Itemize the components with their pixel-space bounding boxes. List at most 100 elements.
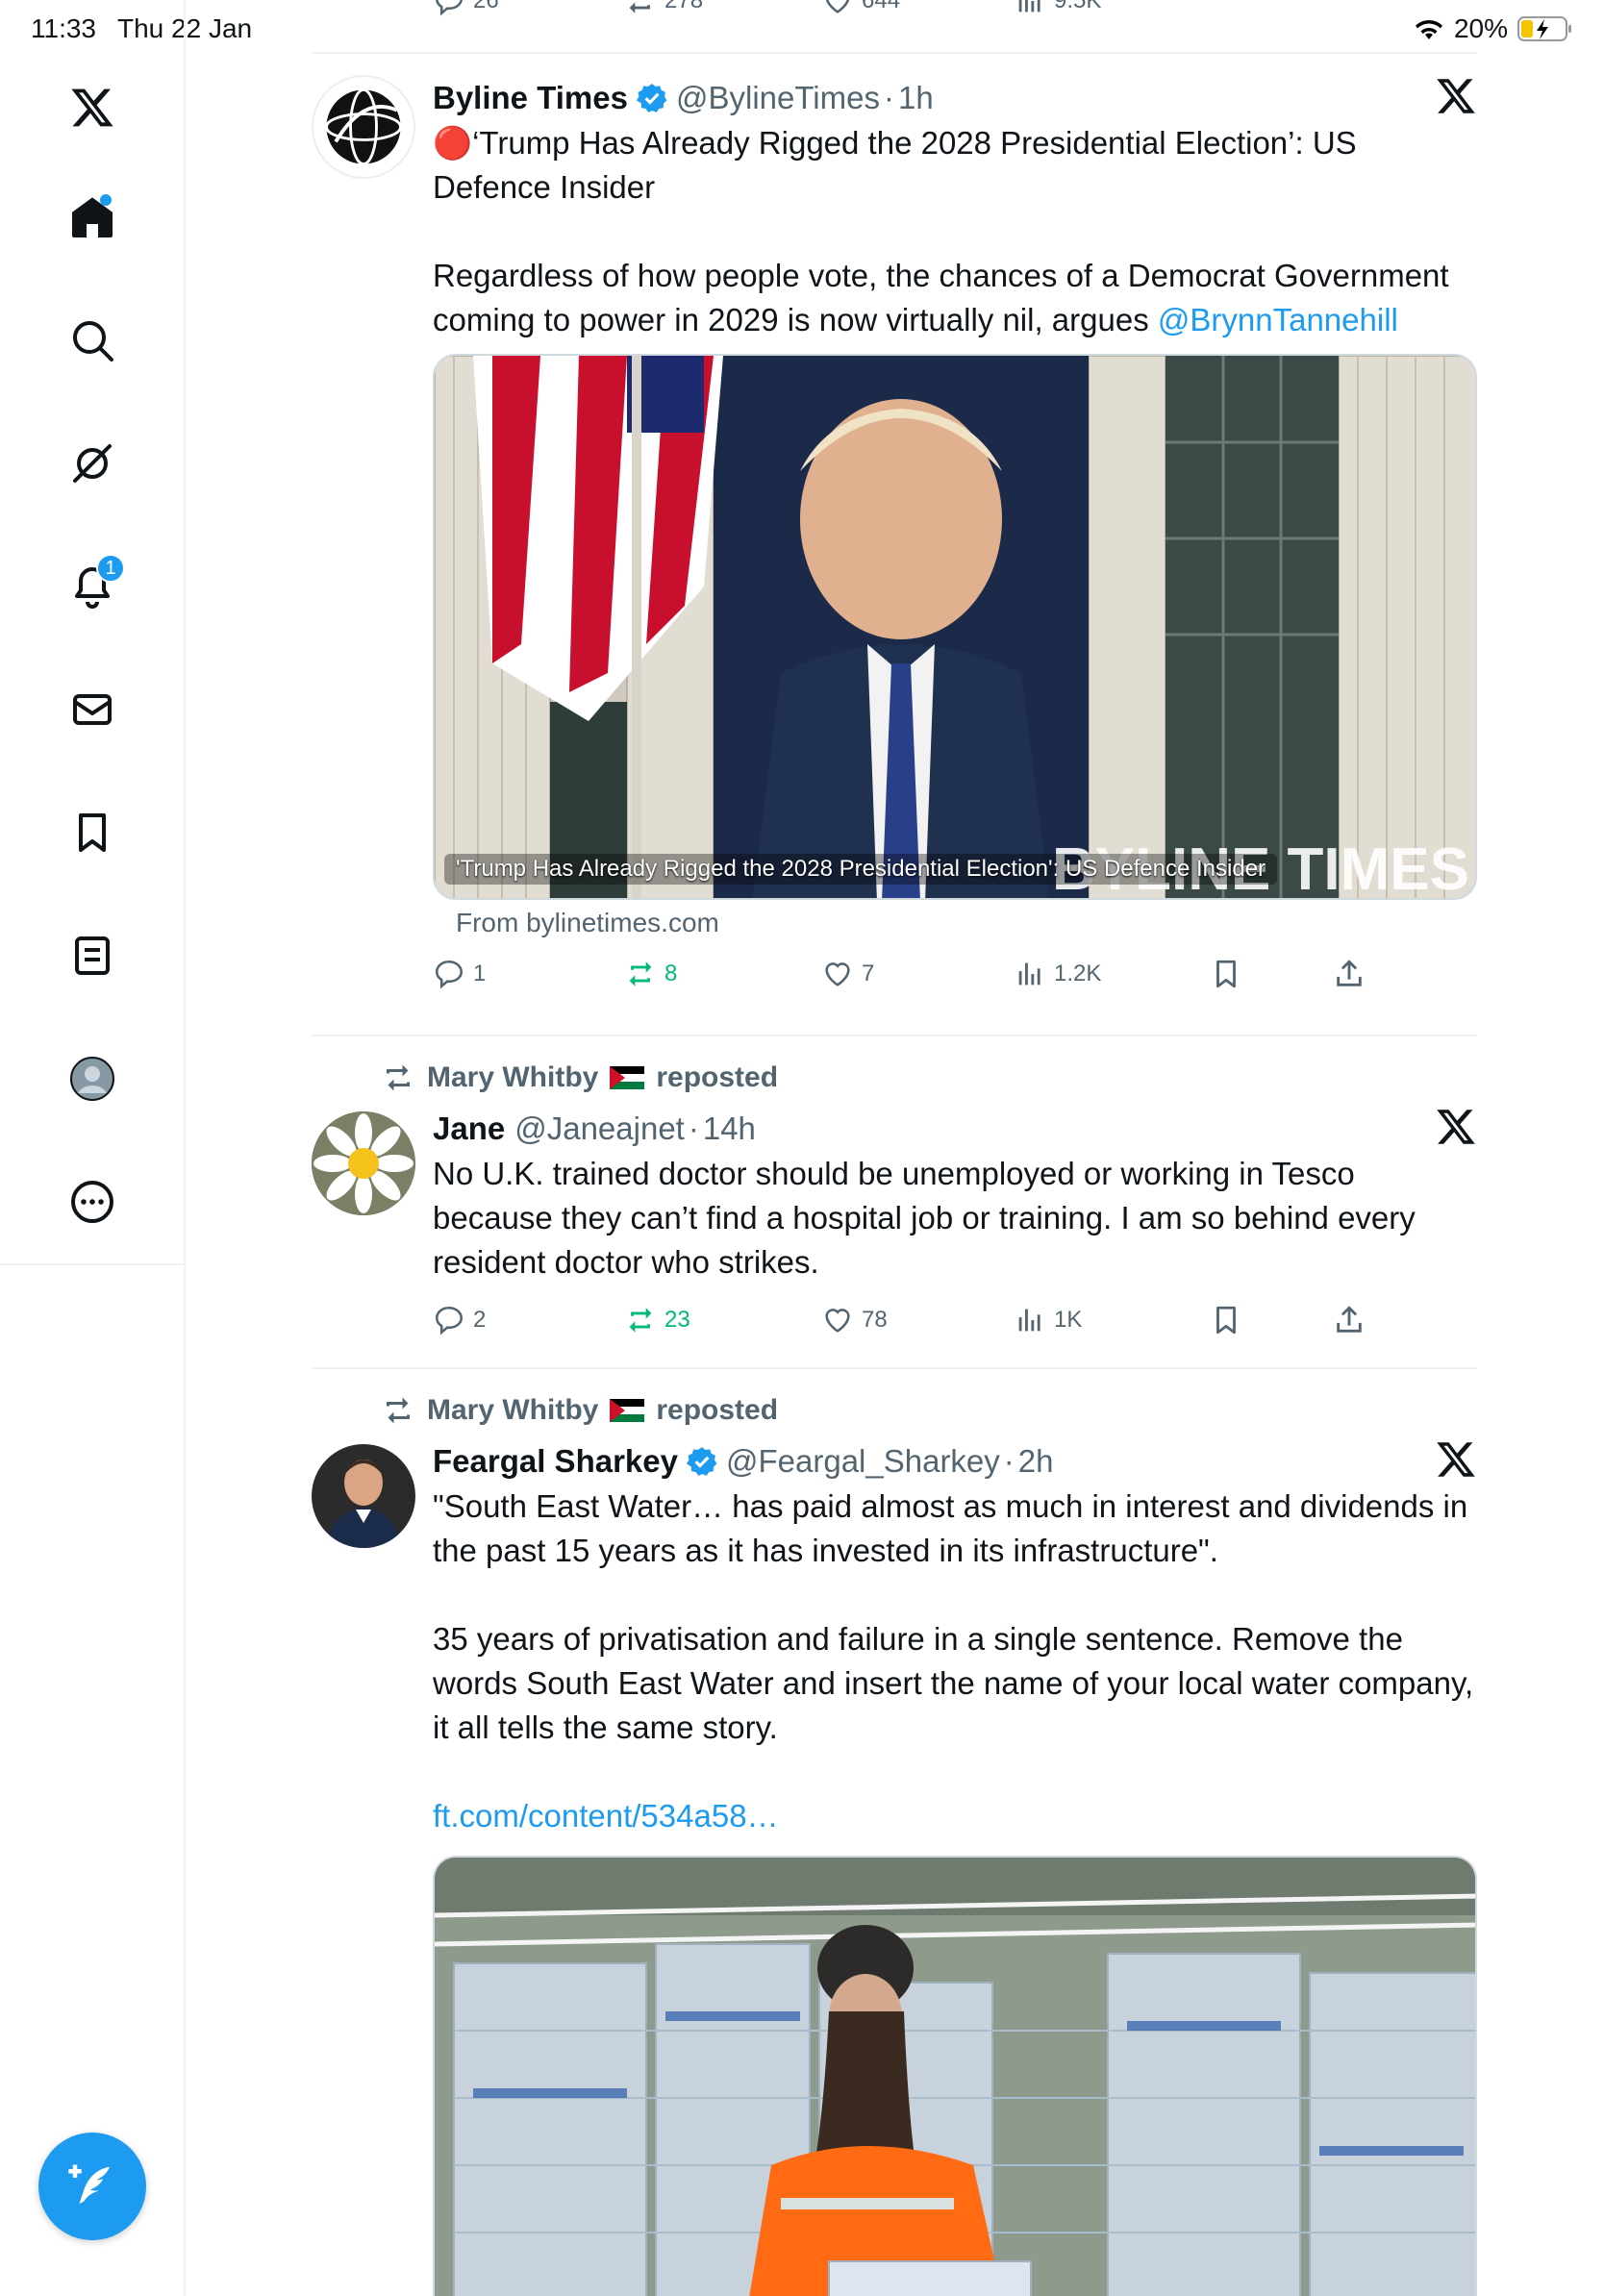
author-name[interactable]: Feargal Sharkey xyxy=(433,1443,678,1480)
sidebar-item-messages[interactable] xyxy=(58,675,127,744)
author-handle[interactable]: @Janeajnet xyxy=(514,1111,685,1147)
tweet-text-line: "South East Water… has paid almost as mu… xyxy=(433,1488,1468,1568)
reposter-name[interactable]: Mary Whitby xyxy=(427,1394,598,1427)
bookmark-button[interactable] xyxy=(1210,1304,1242,1336)
verified-badge-icon xyxy=(686,1447,717,1476)
like-count: 644 xyxy=(862,0,901,13)
feather-plus-icon xyxy=(68,2164,110,2204)
tweet-time[interactable]: 2h xyxy=(1018,1443,1054,1480)
author-name[interactable]: Byline Times xyxy=(433,80,628,116)
repost-label: reposted xyxy=(656,1394,779,1426)
repost-count: 23 xyxy=(664,1307,690,1333)
share-button[interactable] xyxy=(1333,958,1366,990)
tweet-text-line: 35 years of privatisation and failure in… xyxy=(433,1621,1474,1745)
external-link[interactable]: ft.com/content/534a58… xyxy=(433,1794,1477,1838)
header-separator: · xyxy=(688,1111,699,1146)
tweet-divider xyxy=(312,1367,1477,1369)
heart-icon xyxy=(825,1309,850,1333)
reply-count: 26 xyxy=(473,0,499,13)
x-logo-icon[interactable] xyxy=(1435,1438,1477,1481)
compose-button[interactable] xyxy=(38,2133,146,2240)
trump-banner-photo: BYLINE TIMES xyxy=(435,356,1475,898)
author-handle[interactable]: @BylineTimes xyxy=(676,80,880,116)
envelope-icon xyxy=(73,694,112,725)
link-card-image[interactable]: BYLINE TIMES 'Trump Has Already Rigged t… xyxy=(433,354,1477,900)
grok-icon xyxy=(73,444,112,483)
views-button[interactable]: 9.5K xyxy=(1014,0,1101,17)
sidebar-divider xyxy=(0,1263,186,1265)
repost-button[interactable]: 8 xyxy=(624,958,677,990)
analytics-icon xyxy=(1018,0,1040,12)
tweet-actions: 2 23 78 1K xyxy=(433,1304,1477,1346)
share-button[interactable] xyxy=(1333,1304,1366,1336)
avatar[interactable] xyxy=(312,1111,415,1215)
like-count: 78 xyxy=(862,1307,888,1333)
daisy-avatar-image xyxy=(312,1111,415,1215)
verified-badge-icon xyxy=(636,84,667,112)
like-button[interactable]: 7 xyxy=(821,958,874,990)
x-logo-button[interactable] xyxy=(58,73,127,142)
repost-context: Mary Whitby reposted xyxy=(381,1394,778,1427)
header-separator: · xyxy=(883,80,894,115)
repost-icon xyxy=(629,961,652,986)
reply-count: 1 xyxy=(473,961,487,986)
bookmark-button[interactable] xyxy=(1210,958,1242,990)
reply-button[interactable]: 1 xyxy=(433,958,486,990)
water-bottles-photo xyxy=(435,1858,1475,2296)
tweet-time[interactable]: 1h xyxy=(898,80,934,116)
repost-button[interactable]: 278 xyxy=(624,0,703,17)
sidebar-item-grok[interactable] xyxy=(58,429,127,498)
sidebar-item-more[interactable] xyxy=(58,1167,127,1236)
tweet-header: Byline Times @BylineTimes · 1h xyxy=(433,75,1477,121)
views-count: 9.5K xyxy=(1054,0,1102,13)
reposter-name[interactable]: Mary Whitby xyxy=(427,1061,598,1094)
reply-count: 2 xyxy=(473,1307,487,1333)
tweet-divider xyxy=(312,1035,1477,1036)
more-circle-icon xyxy=(71,1181,113,1223)
repost-icon xyxy=(387,1064,410,1091)
card-source[interactable]: From bylinetimes.com xyxy=(456,908,1477,938)
repost-context: Mary Whitby reposted xyxy=(381,1061,778,1094)
tweet-text: 🔴‘Trump Has Already Rigged the 2028 Pres… xyxy=(433,121,1477,342)
battery-charging-icon xyxy=(1517,16,1571,41)
views-button[interactable]: 1K xyxy=(1014,1304,1082,1336)
sidebar-item-notifications[interactable]: 1 xyxy=(58,552,127,621)
like-button[interactable]: 78 xyxy=(821,1304,888,1336)
notification-badge: 1 xyxy=(96,554,125,583)
tweet-actions: 1 8 7 1.2K xyxy=(433,958,1477,1000)
tweet-text: No U.K. trained doctor should be unemplo… xyxy=(433,1152,1477,1285)
card-caption: 'Trump Has Already Rigged the 2028 Presi… xyxy=(444,854,1278,885)
author-handle[interactable]: @Feargal_Sharkey xyxy=(726,1443,1000,1480)
sidebar-item-lists[interactable] xyxy=(58,921,127,990)
reply-button[interactable]: 26 xyxy=(433,0,499,17)
tweet-divider xyxy=(312,52,1477,54)
heart-icon xyxy=(825,962,850,986)
views-count: 1.2K xyxy=(1054,961,1102,986)
tweet-text: "South East Water… has paid almost as mu… xyxy=(433,1485,1477,1838)
author-name[interactable]: Jane xyxy=(433,1111,505,1147)
x-logo-icon[interactable] xyxy=(1435,75,1477,117)
tweet-text-line: No U.K. trained doctor should be unemplo… xyxy=(433,1156,1416,1280)
repost-button[interactable]: 23 xyxy=(624,1304,690,1336)
like-button[interactable]: 644 xyxy=(821,0,900,17)
tweet-text-line: 🔴‘Trump Has Already Rigged the 2028 Pres… xyxy=(433,125,1357,205)
tweet-header: Feargal Sharkey @Feargal_Sharkey · 2h xyxy=(433,1438,1477,1485)
sidebar-item-profile[interactable] xyxy=(58,1044,127,1113)
tweet-time[interactable]: 14h xyxy=(703,1111,756,1147)
reply-icon xyxy=(435,1306,464,1335)
x-logo-icon[interactable] xyxy=(1435,1106,1477,1148)
avatar[interactable] xyxy=(312,75,415,179)
reply-button[interactable]: 2 xyxy=(433,1304,486,1336)
sidebar-item-search[interactable] xyxy=(58,306,127,375)
share-icon xyxy=(1337,960,1362,986)
avatar[interactable] xyxy=(312,1444,415,1548)
views-button[interactable]: 1.2K xyxy=(1014,958,1101,990)
analytics-icon xyxy=(1018,1309,1040,1332)
sidebar-item-bookmarks[interactable] xyxy=(58,798,127,867)
repost-label: reposted xyxy=(656,1061,779,1093)
repost-count: 8 xyxy=(664,961,678,986)
tweet-image[interactable] xyxy=(433,1856,1477,2296)
mention-link[interactable]: @BrynnTannehill xyxy=(1158,302,1398,337)
header-separator: · xyxy=(1003,1443,1015,1479)
sidebar-item-home[interactable] xyxy=(58,183,127,252)
